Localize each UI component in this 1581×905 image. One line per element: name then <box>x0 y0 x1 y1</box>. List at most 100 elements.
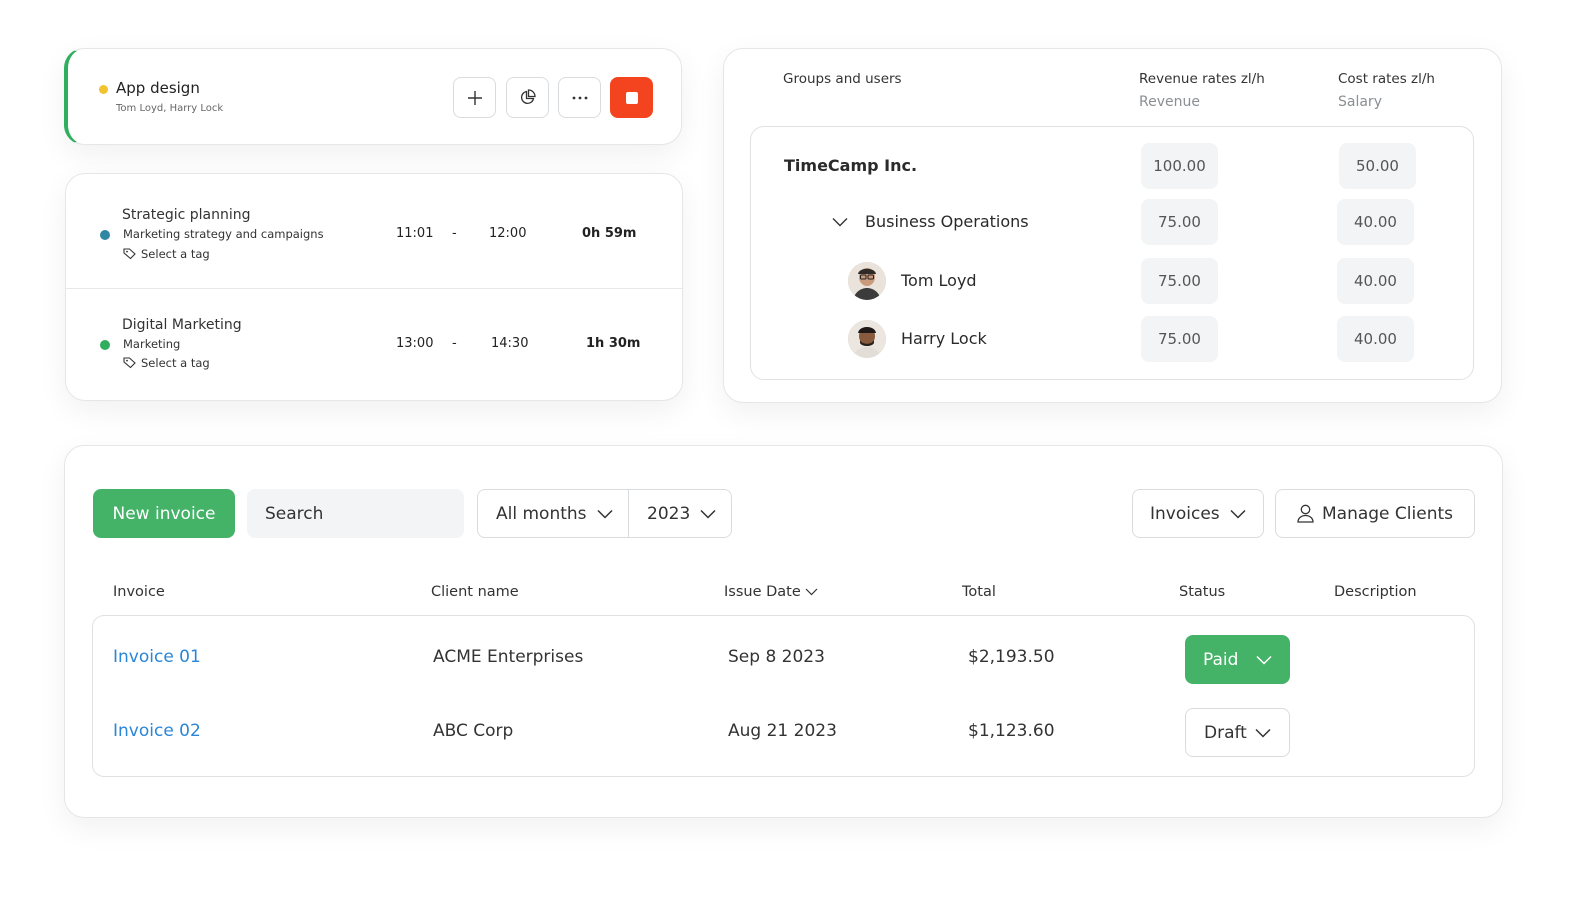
rates-card: Groups and users Revenue rates zl/h Reve… <box>723 48 1502 403</box>
timer-assignees: Tom Loyd, Harry Lock <box>116 103 224 114</box>
column-header-description[interactable]: Description <box>1334 584 1417 600</box>
tag-icon <box>123 357 136 369</box>
rate-row-subgroup: Business Operations 75.00 40.00 <box>751 199 1473 245</box>
column-header-issue-date[interactable]: Issue Date <box>724 584 818 600</box>
revenue-rates-header: Revenue rates zl/h <box>1139 71 1265 87</box>
chevron-down-icon[interactable] <box>832 217 848 227</box>
subgroup-name: Business Operations <box>865 212 1029 231</box>
groups-header: Groups and users <box>783 71 902 87</box>
entry-duration[interactable]: 1h 30m <box>586 336 640 351</box>
manage-clients-label: Manage Clients <box>1321 503 1453 524</box>
status-label: Paid <box>1203 649 1239 670</box>
stop-timer-button[interactable] <box>610 77 653 118</box>
tag-label: Select a tag <box>141 247 210 261</box>
cost-rate-input[interactable]: 50.00 <box>1339 143 1416 189</box>
manage-clients-button[interactable]: Manage Clients <box>1275 489 1475 538</box>
revenue-rate-input[interactable]: 75.00 <box>1141 199 1218 245</box>
select-tag-button[interactable]: Select a tag <box>123 356 210 370</box>
user-name: Tom Loyd <box>901 271 977 290</box>
revenue-rate-input[interactable]: 100.00 <box>1141 143 1218 189</box>
table-row[interactable]: Invoice 02 ABC Corp Aug 21 2023 $1,123.6… <box>93 708 1474 768</box>
chevron-down-icon <box>1255 728 1271 738</box>
time-entry-row[interactable]: Digital Marketing Marketing Select a tag… <box>66 288 682 402</box>
client-name: ABC Corp <box>433 721 514 741</box>
issue-date: Aug 21 2023 <box>728 721 837 741</box>
table-row[interactable]: Invoice 01 ACME Enterprises Sep 8 2023 $… <box>93 635 1474 695</box>
status-dropdown[interactable]: Paid <box>1185 635 1290 684</box>
revenue-rate-input[interactable]: 75.00 <box>1141 258 1218 304</box>
months-dropdown-value: All months <box>496 503 587 524</box>
cost-rate-input[interactable]: 40.00 <box>1337 199 1414 245</box>
time-entries-card: Strategic planning Marketing strategy an… <box>65 173 683 401</box>
chevron-down-icon <box>1230 509 1246 519</box>
chevron-down-icon <box>1256 655 1272 665</box>
column-header-invoice[interactable]: Invoice <box>113 584 165 600</box>
revenue-rate-input[interactable]: 75.00 <box>1141 316 1218 362</box>
rate-row-group: TimeCamp Inc. 100.00 50.00 <box>751 143 1473 189</box>
period-filter: All months 2023 <box>477 489 732 538</box>
rate-row-user: Tom Loyd 75.00 40.00 <box>751 258 1473 304</box>
entry-end-time[interactable]: 12:00 <box>489 226 526 241</box>
invoice-table: Invoice 01 ACME Enterprises Sep 8 2023 $… <box>92 615 1475 777</box>
active-timer-card: App design Tom Loyd, Harry Lock <box>64 48 682 145</box>
time-entry-row[interactable]: Strategic planning Marketing strategy an… <box>66 174 682 288</box>
group-name: TimeCamp Inc. <box>784 156 918 175</box>
timer-task-title: App design <box>116 79 200 97</box>
entry-duration[interactable]: 0h 59m <box>582 226 636 241</box>
stop-icon <box>625 91 638 104</box>
document-type-dropdown[interactable]: Invoices <box>1132 489 1264 538</box>
user-icon <box>1297 504 1314 523</box>
entry-end-time[interactable]: 14:30 <box>491 336 528 351</box>
cost-rates-header: Cost rates zl/h <box>1338 71 1435 87</box>
pie-chart-icon <box>520 89 536 105</box>
project-color-dot <box>99 85 108 94</box>
cost-rate-input[interactable]: 40.00 <box>1337 258 1414 304</box>
client-name: ACME Enterprises <box>433 647 584 667</box>
status-label: Draft <box>1204 722 1247 743</box>
select-tag-button[interactable]: Select a tag <box>123 247 210 261</box>
user-name: Harry Lock <box>901 329 987 348</box>
months-dropdown[interactable]: All months <box>478 490 629 537</box>
entry-start-time[interactable]: 13:00 <box>396 336 433 351</box>
invoice-link[interactable]: Invoice 02 <box>113 721 201 741</box>
status-dropdown[interactable]: Draft <box>1185 708 1290 757</box>
entry-subtitle: Marketing <box>123 337 181 351</box>
invoice-total: $1,123.60 <box>968 721 1055 741</box>
document-type-value: Invoices <box>1150 503 1220 524</box>
entry-subtitle: Marketing strategy and campaigns <box>123 227 324 241</box>
time-separator: - <box>452 336 457 351</box>
tag-label: Select a tag <box>141 356 210 370</box>
revenue-subheader: Revenue <box>1139 94 1200 110</box>
year-dropdown-value: 2023 <box>647 503 691 524</box>
invoice-link[interactable]: Invoice 01 <box>113 647 201 667</box>
entry-title: Digital Marketing <box>122 317 242 333</box>
issue-date-label: Issue Date <box>724 584 801 600</box>
invoices-card: New invoice All months 2023 Invoices Man… <box>64 445 1503 818</box>
rates-table: TimeCamp Inc. 100.00 50.00 Business Oper… <box>750 126 1474 380</box>
column-header-client[interactable]: Client name <box>431 584 519 600</box>
add-button[interactable] <box>453 77 496 118</box>
report-button[interactable] <box>506 77 549 118</box>
cost-rate-input[interactable]: 40.00 <box>1337 316 1414 362</box>
invoice-total: $2,193.50 <box>968 647 1055 667</box>
column-header-total[interactable]: Total <box>962 584 996 600</box>
chevron-down-icon <box>805 588 818 596</box>
entry-start-time[interactable]: 11:01 <box>396 226 433 241</box>
issue-date: Sep 8 2023 <box>728 647 825 667</box>
cost-subheader: Salary <box>1338 94 1382 110</box>
project-color-dot <box>100 230 110 240</box>
more-icon <box>572 96 587 99</box>
chevron-down-icon <box>596 509 613 519</box>
more-options-button[interactable] <box>558 77 601 118</box>
time-separator: - <box>452 226 457 241</box>
avatar <box>848 320 886 358</box>
avatar <box>848 262 886 300</box>
rate-row-user: Harry Lock 75.00 40.00 <box>751 316 1473 362</box>
column-header-status[interactable]: Status <box>1179 584 1225 600</box>
new-invoice-button[interactable]: New invoice <box>93 489 235 538</box>
search-input[interactable] <box>247 489 464 538</box>
project-color-dot <box>100 340 110 350</box>
chevron-down-icon <box>700 509 716 519</box>
plus-icon <box>467 90 482 105</box>
year-dropdown[interactable]: 2023 <box>629 490 716 537</box>
